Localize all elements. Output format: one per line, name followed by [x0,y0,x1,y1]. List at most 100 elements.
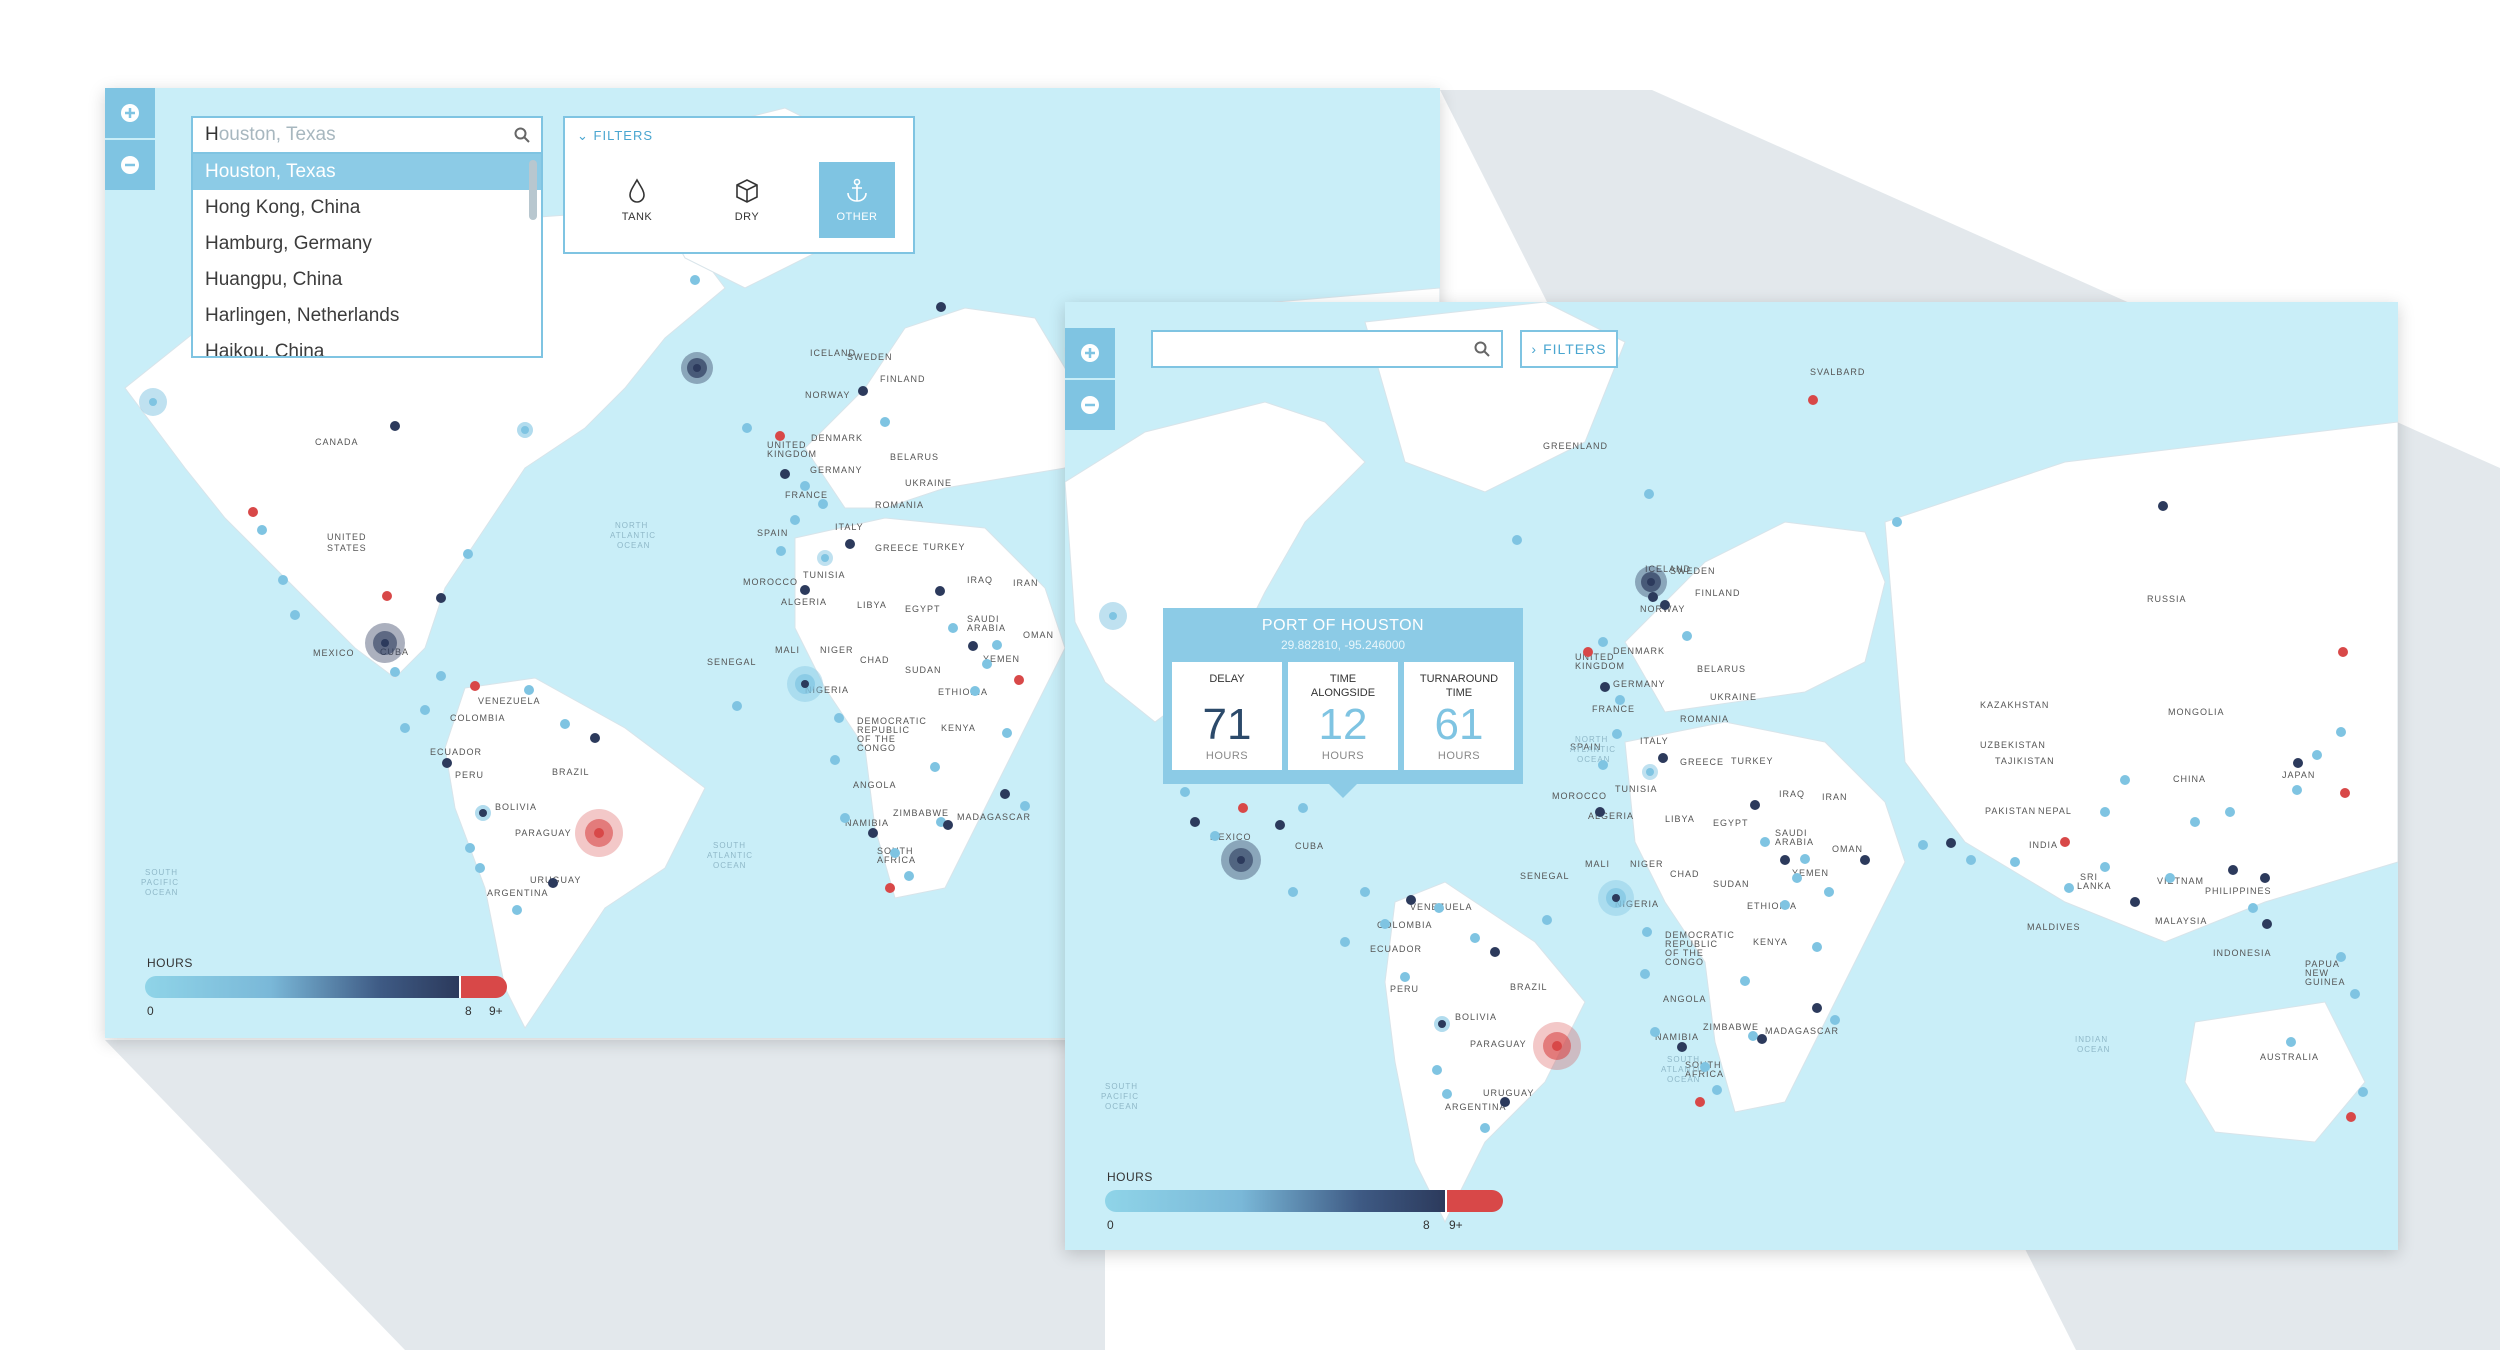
suggestions-scrollbar[interactable] [529,160,537,220]
label-greece: GREECE [875,543,919,553]
zoom-in-button[interactable] [1065,328,1115,378]
label-iraq: IRAQ [1779,789,1805,799]
filter-other-button[interactable]: OTHER [819,162,895,238]
plus-circle-icon [121,104,139,122]
label-namibia: NAMIBIA [845,818,889,828]
label-mexico: MEXICO [313,648,355,658]
filter-tank-button[interactable]: TANK [599,162,675,238]
zoom-out-button[interactable] [1065,380,1115,430]
label-colombia: COLOMBIA [450,713,506,723]
svg-text:ATLANTIC: ATLANTIC [1570,745,1616,754]
label-finland: FINLAND [880,374,926,384]
zoom-out-button[interactable] [105,140,155,190]
filter-label: OTHER [836,211,878,223]
minus-circle-icon [121,156,139,174]
stat-unit: HOURS [1321,750,1365,762]
label-south-pacific: SOUTH [145,868,178,877]
label-turkey: TURKEY [923,542,966,552]
label-north-atlantic: NORTH [1575,735,1608,744]
label-zimbabwe: ZIMBABWE [1703,1022,1759,1032]
label-sudan: SUDAN [1713,879,1750,889]
suggestion-item[interactable]: Huangpu, China [193,262,541,298]
search-suggestions[interactable]: Houston, Texas Hong Kong, China Hamburg,… [191,154,543,358]
svg-text:OCEAN: OCEAN [617,541,650,550]
svg-text:CONGO: CONGO [857,743,896,753]
label-libya: LIBYA [857,600,887,610]
search-typed-text: H [205,124,219,145]
svg-text:PACIFIC: PACIFIC [1101,1092,1139,1101]
search-input[interactable]: Houston, Texas [191,116,543,154]
label-denmark: DENMARK [1613,646,1665,656]
svg-text:GUINEA: GUINEA [2305,977,2346,987]
label-denmark: DENMARK [811,433,863,443]
label-argentina: ARGENTINA [1445,1102,1507,1112]
right-map-panel[interactable]: SVALBARD GREENLAND RUSSIA KAZAKHSTAN MON… [1065,302,2398,1250]
label-algeria: ALGERIA [781,597,827,607]
label-canada: CANADA [315,437,359,447]
suggestion-item[interactable]: Harlingen, Netherlands [193,298,541,334]
label-madagascar: MADAGASCAR [957,812,1031,822]
label-belarus: BELARUS [890,452,939,462]
label-ecuador: ECUADOR [430,747,482,757]
label-nepal: NEPAL [2038,806,2072,816]
search-icon[interactable] [1473,340,1491,358]
svg-text:KINGDOM: KINGDOM [1575,661,1625,671]
label-india: INDIA [2029,840,2058,850]
chevron-right-icon: › [1531,341,1538,357]
suggestion-item[interactable]: Houston, Texas [193,154,541,190]
chevron-down-icon: ⌄ [577,128,594,143]
stat-label: TURNAROUND TIME [1419,673,1499,699]
label-madagascar: MADAGASCAR [1765,1026,1839,1036]
label-pakistan: PAKISTAN [1985,806,2036,816]
zoom-in-button[interactable] [105,88,155,138]
filter-dry-button[interactable]: DRY [709,162,785,238]
suggestion-item[interactable]: Hong Kong, China [193,190,541,226]
backdrop-shadow-left [105,1040,1105,1350]
search-icon[interactable] [513,126,531,144]
search-input[interactable] [1151,330,1503,368]
stat-delay: DELAY 71 HOURS [1172,662,1282,770]
plus-circle-icon [1081,344,1099,362]
stat-value: 61 [1434,700,1484,749]
legend-bar [1105,1190,1503,1212]
label-niger: NIGER [1630,859,1664,869]
label-venezuela: VENEZUELA [478,696,541,706]
suggestion-item[interactable]: Haikou, China [193,334,541,356]
label-senegal: SENEGAL [707,657,757,667]
label-egypt: EGYPT [1713,818,1749,828]
label-libya: LIBYA [1665,814,1695,824]
filter-label: TANK [621,211,653,223]
suggestion-item[interactable]: Hamburg, Germany [193,226,541,262]
minus-circle-icon [1081,396,1099,414]
legend-mid: 8 [1423,1218,1430,1232]
drop-icon [629,178,645,203]
label-spain: SPAIN [757,528,788,538]
label-oman: OMAN [1023,630,1054,640]
label-ethiopia: ETHIOPIA [938,687,988,697]
label-oman: OMAN [1832,844,1863,854]
label-bolivia: BOLIVIA [1455,1012,1497,1022]
search-autocomplete-text: ouston, Texas [218,124,336,145]
legend-min: 0 [1107,1218,1114,1232]
label-kazakhstan: KAZAKHSTAN [1980,700,2049,710]
label-ukraine: UKRAINE [905,478,952,488]
label-mali: MALI [775,645,800,655]
label-north-atlantic: NORTH [615,521,648,530]
label-vietnam: VIETNAM [2157,876,2204,886]
filters-toggle-button[interactable]: › FILTERS [1520,330,1618,368]
legend-mid: 8 [465,1004,472,1018]
svg-text:CONGO: CONGO [1665,957,1704,967]
label-niger: NIGER [820,645,854,655]
label-bolivia: BOLIVIA [495,802,537,812]
filters-title[interactable]: ⌄ FILTERS [577,128,653,144]
label-algeria: ALGERIA [1588,811,1634,821]
port-info-popup: PORT OF HOUSTON 29.882810, -95.246000 DE… [1163,608,1523,784]
label-italy: ITALY [1640,736,1669,746]
label-argentina: ARGENTINA [487,888,549,898]
stat-turnaround: TURNAROUND TIME 61 HOURS [1404,662,1514,770]
label-tajikistan: TAJIKISTAN [1995,756,2055,766]
label-paraguay: PARAGUAY [1470,1039,1527,1049]
svg-text:ATLANTIC: ATLANTIC [610,531,656,540]
label-angola: ANGOLA [1663,994,1707,1004]
svg-text:STATES: STATES [327,543,367,553]
